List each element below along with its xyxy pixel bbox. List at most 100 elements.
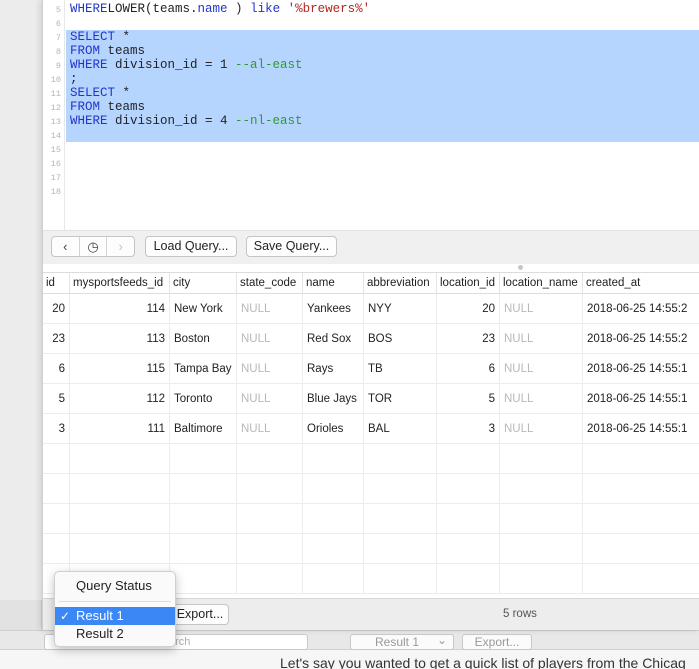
column-header-location-id[interactable]: location_id	[437, 273, 500, 294]
code-line[interactable]: 17	[43, 170, 699, 184]
background-result-label: Result 1	[375, 635, 420, 649]
table-cell: NULL	[500, 324, 583, 354]
code-line[interactable]: 12 FROM teams	[43, 100, 699, 114]
code-token: SELECT	[70, 86, 116, 100]
table-cell: 2018-06-25 14:55:1	[583, 354, 699, 384]
table-cell	[70, 504, 170, 534]
background-result-select[interactable]: Result 1 ⌄	[350, 633, 454, 650]
table-cell: 2018-06-25 14:55:1	[583, 384, 699, 414]
table-cell: 3	[43, 414, 70, 444]
code-line[interactable]: 9 WHERE division_id = 1 --al-east	[43, 58, 699, 72]
code-line[interactable]: 11 SELECT *	[43, 86, 699, 100]
table-cell	[583, 534, 699, 564]
table-cell	[237, 504, 303, 534]
table-cell	[303, 504, 364, 534]
column-header-city[interactable]: city	[170, 273, 237, 294]
table-row[interactable]: 23 113 Boston NULL Red Sox BOS 23 NULL 2018-06-2…	[43, 324, 699, 354]
table-cell: 115	[70, 354, 170, 384]
sql-editor[interactable]: 5 WHERELOWER(teams.name ) like '%brewers%…	[43, 0, 699, 230]
column-header-id[interactable]: id	[43, 273, 70, 294]
line-number: 5	[55, 5, 61, 15]
table-cell: Yankees	[303, 294, 364, 324]
menu-item-query-status[interactable]: Query Status	[55, 577, 175, 595]
history-icon[interactable]: ◷	[80, 237, 108, 256]
forward-icon[interactable]: ›	[107, 237, 134, 256]
menu-item-result-1[interactable]: ✓ Result 1	[55, 607, 175, 625]
table-row[interactable]: 5 112 Toronto NULL Blue Jays TOR 5 NULL 2018-06-…	[43, 384, 699, 414]
background-export-button[interactable]: Export...	[462, 634, 532, 650]
code-line[interactable]: 18	[43, 184, 699, 198]
column-header-state-code[interactable]: state_code	[237, 273, 303, 294]
line-number: 7	[55, 33, 61, 43]
table-cell: Orioles	[303, 414, 364, 444]
table-cell: Baltimore	[170, 414, 237, 444]
code-line[interactable]: 10;	[43, 72, 699, 86]
table-cell	[303, 444, 364, 474]
code-line[interactable]: 15	[43, 142, 699, 156]
code-token: division_id = 4	[107, 114, 236, 128]
row-count: 5 rows	[503, 608, 537, 620]
table-cell	[437, 444, 500, 474]
table-cell	[70, 444, 170, 474]
code-line[interactable]: 13 WHERE division_id = 4 --nl-east	[43, 114, 699, 128]
save-query-button[interactable]: Save Query...	[246, 236, 337, 257]
code-token: --al-east	[235, 58, 303, 72]
split-drag-handle[interactable]	[518, 265, 523, 270]
code-line[interactable]: 7 SELECT *	[43, 30, 699, 44]
code-line[interactable]: 5 WHERELOWER(teams.name ) like '%brewers%…	[43, 2, 699, 16]
table-cell: 20	[437, 294, 500, 324]
code-line[interactable]: 8 FROM teams	[43, 44, 699, 58]
table-cell	[43, 444, 70, 474]
table-row[interactable]: 20 114 New York NULL Yankees NYY 20 NULL 2018-06…	[43, 294, 699, 324]
table-cell	[170, 564, 237, 594]
table-row[interactable]: 3 111 Baltimore NULL Orioles BAL 3 NULL 2018-06-…	[43, 414, 699, 444]
table-row[interactable]	[43, 504, 699, 534]
column-header-created-at[interactable]: created_at	[583, 273, 699, 294]
column-header-location-name[interactable]: location_name	[500, 273, 583, 294]
table-row[interactable]	[43, 474, 699, 504]
query-toolbar: ‹ ◷ › Load Query... Save Query...	[43, 230, 699, 264]
table-cell	[583, 504, 699, 534]
table-cell: NULL	[237, 414, 303, 444]
code-token: *	[115, 30, 131, 44]
table-row[interactable]: 6 115 Tampa Bay NULL Rays TB 6 NULL 2018-06-25 1…	[43, 354, 699, 384]
table-cell: 20	[43, 294, 70, 324]
column-header-mysportsfeeds-id[interactable]: mysportsfeeds_id	[70, 273, 170, 294]
load-query-button[interactable]: Load Query...	[145, 236, 237, 257]
table-row[interactable]	[43, 534, 699, 564]
table-row[interactable]	[43, 444, 699, 474]
code-text	[66, 128, 699, 142]
table-cell: 114	[70, 294, 170, 324]
table-cell	[364, 534, 437, 564]
code-token: LOWER(teams.	[107, 2, 198, 16]
back-icon[interactable]: ‹	[52, 237, 80, 256]
table-cell: NULL	[237, 354, 303, 384]
table-cell	[500, 534, 583, 564]
export-button[interactable]: Export...	[171, 604, 229, 625]
code-token: SELECT	[70, 30, 116, 44]
export-button-label: Export...	[176, 607, 224, 621]
table-cell	[237, 444, 303, 474]
code-line[interactable]: 6	[43, 16, 699, 30]
line-number: 12	[50, 103, 61, 113]
table-cell	[70, 534, 170, 564]
code-line[interactable]: 16	[43, 156, 699, 170]
chevron-down-icon: ⌄	[436, 633, 447, 647]
table-cell: TB	[364, 354, 437, 384]
table-cell	[437, 474, 500, 504]
code-token: FROM	[70, 100, 101, 114]
table-cell	[170, 474, 237, 504]
column-header-abbreviation[interactable]: abbreviation	[364, 273, 437, 294]
table-cell	[364, 444, 437, 474]
code-token: '%brewers%'	[280, 2, 371, 16]
column-header-name[interactable]: name	[303, 273, 364, 294]
table-cell: BAL	[364, 414, 437, 444]
code-text: FROM teams	[66, 44, 699, 58]
line-number: 17	[50, 173, 61, 183]
table-cell	[303, 564, 364, 594]
code-line[interactable]: 14	[43, 128, 699, 142]
menu-item-result-2[interactable]: Result 2	[55, 625, 175, 643]
